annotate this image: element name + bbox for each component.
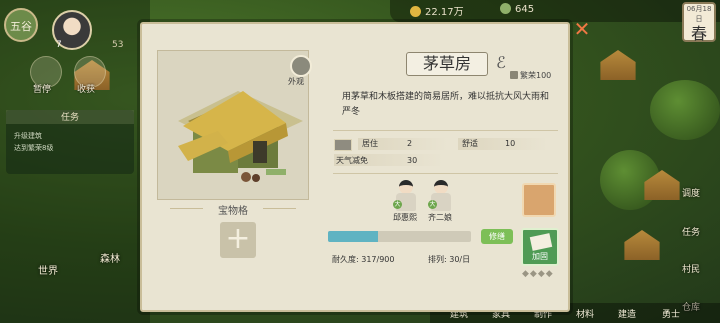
warrior-tab[interactable]: 勇士	[662, 307, 680, 320]
divider	[333, 130, 558, 131]
add-treasure-button[interactable]: +	[220, 222, 256, 258]
repair-button[interactable]: 修缮	[481, 229, 513, 244]
harvest-label: 收获	[77, 85, 96, 95]
construct-tab[interactable]: 建造	[618, 307, 636, 320]
task-item[interactable]: 达到繁荣8级	[14, 143, 53, 153]
treasure-slot-label: 宝物格	[203, 202, 263, 217]
building-description: 用茅草和木板搭建的简易居所，难以抵抗大风大雨和严冬	[342, 92, 550, 117]
task-item[interactable]: 升级建筑	[14, 131, 42, 141]
player-count: 53	[112, 40, 124, 50]
resource-bar: 22.17万 645	[390, 0, 720, 22]
resource-counter: 645	[500, 3, 534, 15]
divider	[333, 173, 558, 174]
pause-label: 暂停	[33, 85, 52, 95]
rename-icon[interactable]: ℰ	[490, 52, 512, 74]
weather-label: 天气减免	[336, 156, 368, 165]
villagers-button[interactable]: 村民	[682, 262, 700, 275]
tasks-button[interactable]: 任务	[682, 225, 700, 238]
season-calendar[interactable]: 06月18日 春	[682, 2, 716, 43]
appearance-button[interactable]	[290, 55, 312, 77]
live-value: 2	[407, 139, 413, 148]
task-title: 任务	[6, 110, 134, 124]
worker-name: 齐二娘	[428, 213, 452, 222]
thatched-hut-illustration	[178, 91, 303, 182]
appearance-label: 外观	[288, 77, 304, 86]
building-image-frame	[157, 50, 309, 200]
weather-value: 30	[407, 156, 418, 165]
reinforce-level-dots: ◆◆◆◆	[522, 269, 554, 279]
village-emblem[interactable]: 五谷	[4, 8, 38, 42]
resource-icon	[500, 3, 511, 14]
dispatch-button[interactable]: 调度	[682, 186, 700, 199]
player-level: 7	[56, 40, 62, 50]
materials-tab[interactable]: 材料	[576, 307, 594, 320]
live-label: 居住	[362, 139, 378, 148]
world-button[interactable]: 世界	[38, 262, 58, 277]
worker-name: 邱惠熙	[393, 213, 417, 222]
stats-icon	[334, 139, 352, 151]
comfort-value: 10	[505, 139, 516, 148]
reinforce-button[interactable]: 加固	[521, 228, 559, 266]
worker-portrait[interactable]: 大	[428, 180, 454, 212]
close-icon[interactable]: ✕	[572, 19, 592, 40]
durability-text: 耐久度: 317/900	[332, 255, 395, 264]
order-text: 排列: 30/日	[428, 255, 471, 264]
durability-bar	[328, 231, 471, 242]
prosperity-icon	[510, 71, 518, 79]
forest-button[interactable]: 森林	[95, 250, 125, 265]
building-name: 茅草房	[406, 52, 488, 76]
durability-bar-fill	[328, 231, 379, 242]
comfort-label: 舒适	[462, 139, 478, 148]
worker-portrait[interactable]: 大	[393, 180, 419, 212]
coins-counter: 22.17万	[410, 3, 464, 18]
assign-workers-button[interactable]	[522, 183, 556, 217]
coin-icon	[410, 6, 421, 17]
prosperity-value: 繁荣100	[520, 71, 552, 80]
